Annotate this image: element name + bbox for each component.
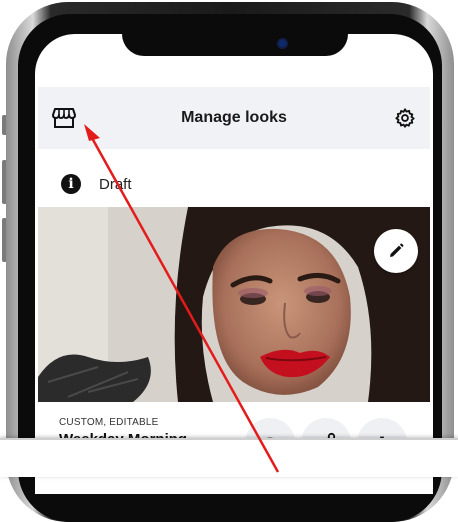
page-title: Manage looks (181, 109, 287, 126)
look-tags: CUSTOM, EDITABLE (59, 417, 159, 428)
status-row: i Draft (61, 172, 132, 196)
look-photo[interactable] (38, 207, 430, 402)
callout-box (0, 438, 458, 477)
gear-icon[interactable] (394, 107, 416, 129)
portrait-illustration (38, 207, 430, 402)
app-screen: Manage looks i Draft CUSTOM, EDITABLE (35, 34, 433, 494)
notch (122, 34, 348, 56)
pencil-icon (390, 243, 404, 257)
edit-look-button[interactable] (374, 229, 418, 273)
phone-device: Manage looks i Draft CUSTOM, EDITABLE (0, 0, 458, 522)
app-header: Manage looks (38, 87, 430, 149)
front-camera (279, 40, 286, 47)
info-icon: i (61, 174, 81, 194)
status-label: Draft (99, 175, 132, 193)
